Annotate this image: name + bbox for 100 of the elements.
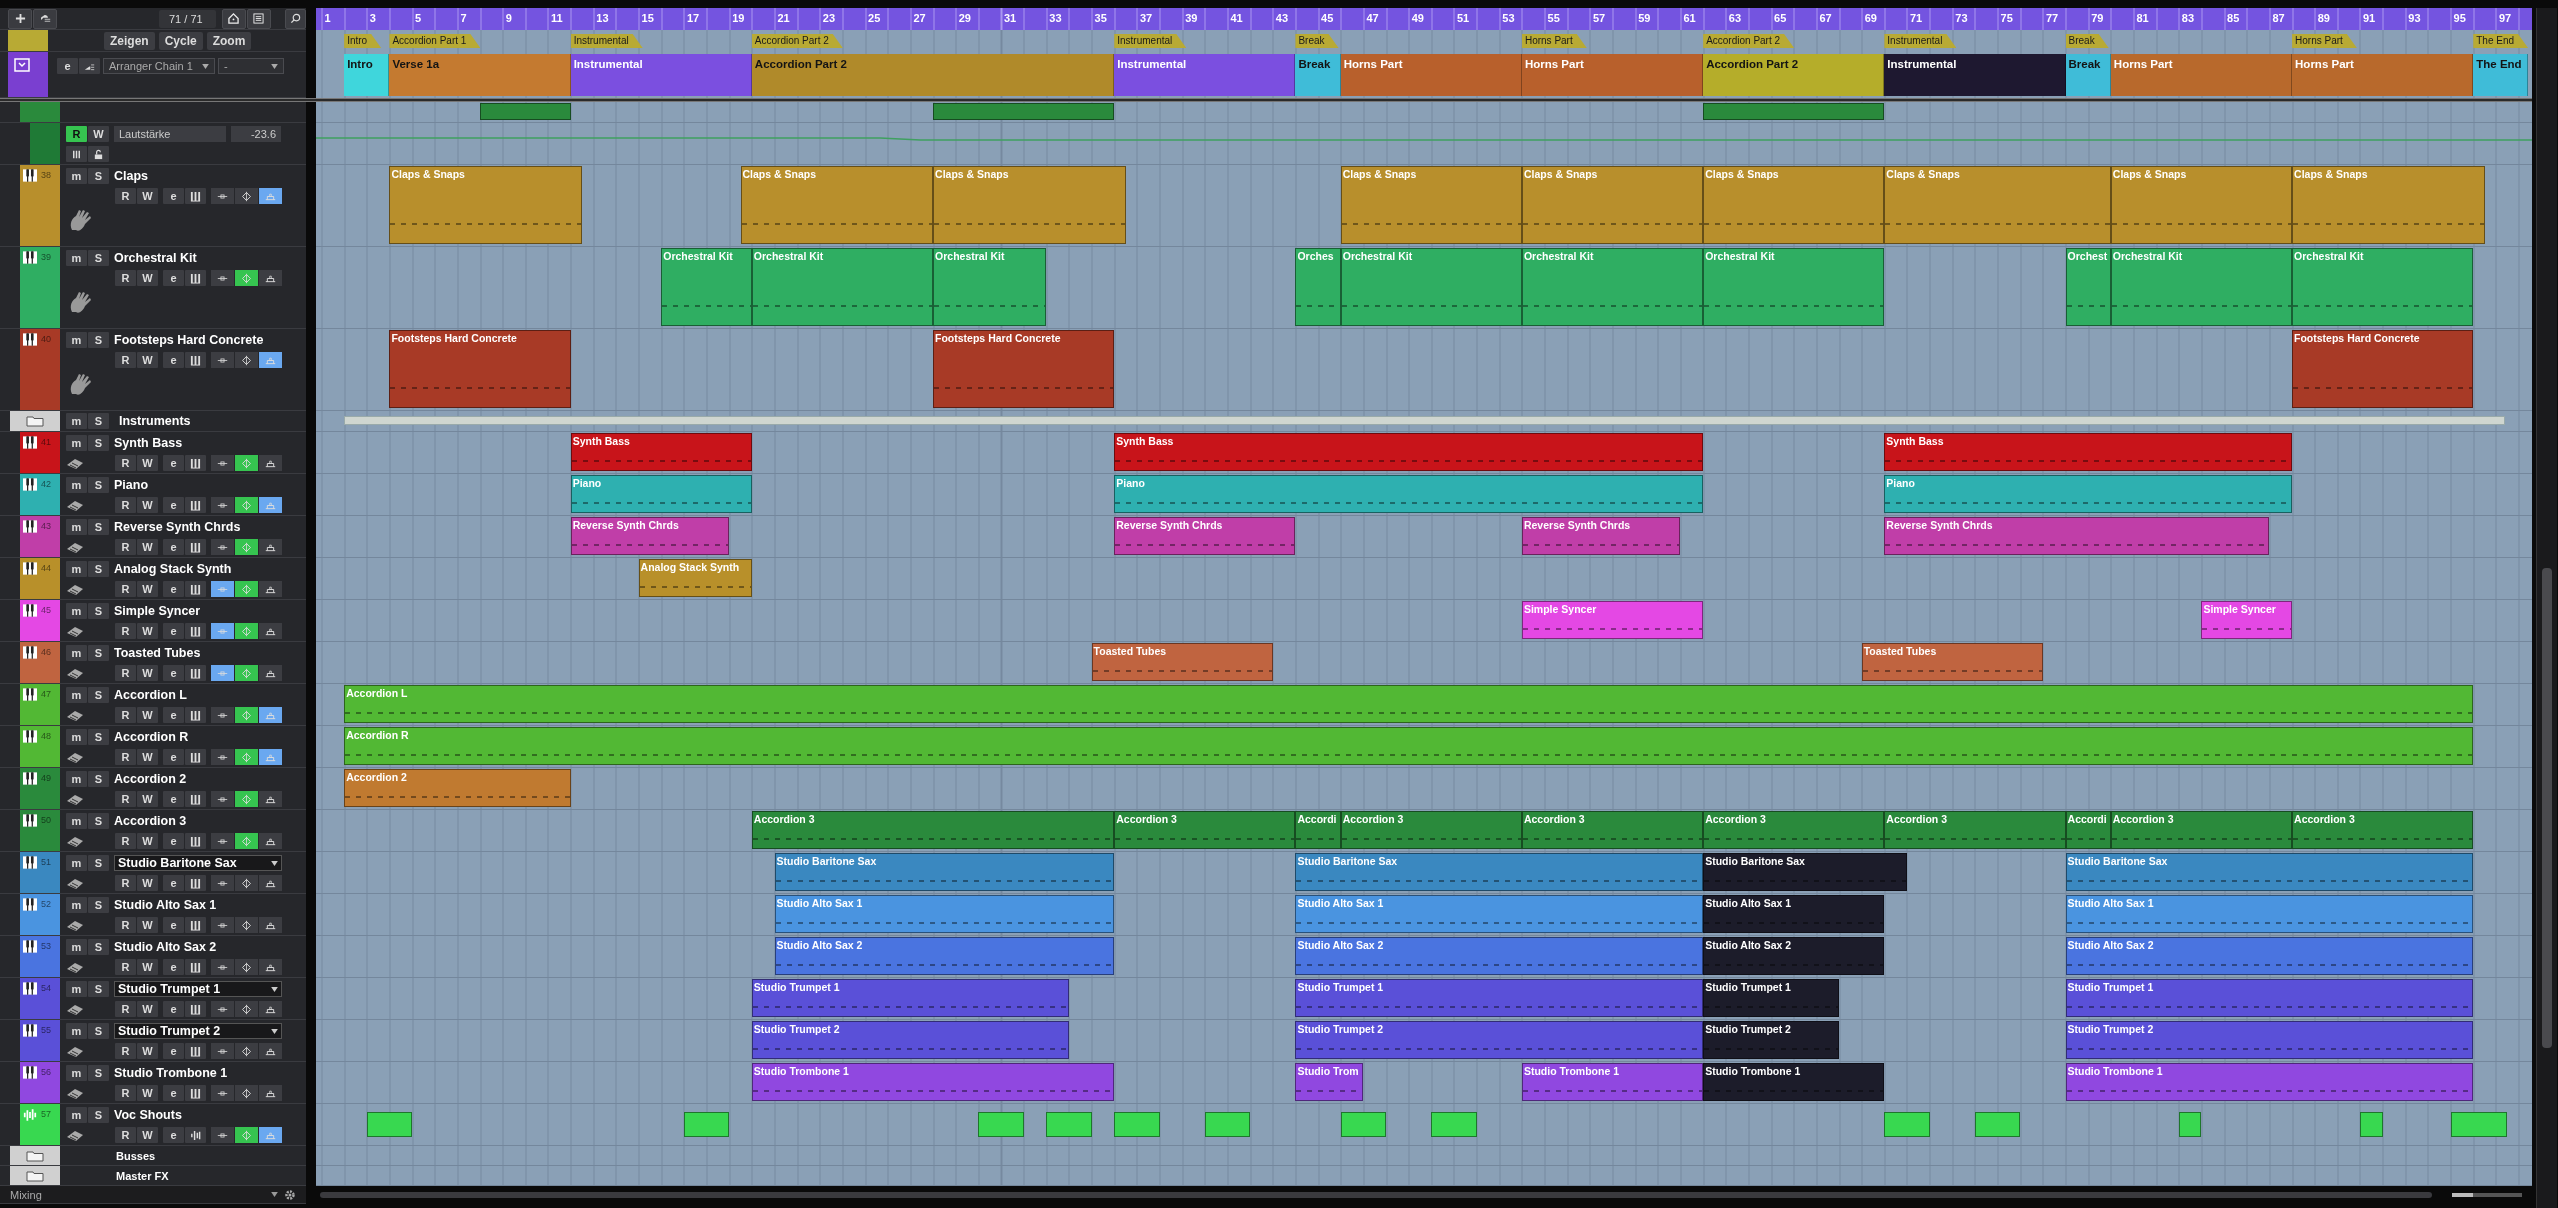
write-automation-button[interactable]: W [137,352,158,368]
solo-button[interactable]: S [88,561,109,577]
mute-button[interactable]: m [66,855,87,871]
arranger-event[interactable]: The End [2473,54,2528,96]
mute-button[interactable]: m [66,1023,87,1039]
mute-button[interactable]: m [66,250,87,266]
lane-toggle[interactable] [259,749,282,765]
midi-clip[interactable]: Footsteps Hard Concrete [2292,330,2474,408]
midi-clip[interactable]: Reverse Synth Chrds [570,517,730,555]
instrument-editor-button[interactable] [185,749,206,765]
monitor-toggle[interactable] [211,497,234,513]
midi-clip[interactable]: Studio Trumpet 1 [2065,979,2474,1017]
write-automation-button[interactable]: W [137,917,158,933]
write-automation-button[interactable]: W [137,833,158,849]
solo-button[interactable]: S [88,1023,109,1039]
write-automation-button[interactable]: W [137,539,158,555]
midi-clip[interactable]: Accordion 3 [2292,811,2474,849]
marker-flag[interactable]: Horns Part [1521,34,1587,48]
edit-instrument-button[interactable]: e [163,875,184,891]
edit-instrument-button[interactable]: e [163,539,184,555]
ramp-button[interactable] [79,58,100,74]
solo-button[interactable]: S [88,1065,109,1081]
edit-instrument-button[interactable]: e [163,1043,184,1059]
edit-instrument-button[interactable]: e [163,497,184,513]
lane-toggle[interactable] [259,1001,282,1017]
edit-instrument-button[interactable]: e [163,188,184,204]
monitor-toggle[interactable] [211,270,234,286]
record-enable-toggle[interactable] [235,1043,258,1059]
record-enable-toggle[interactable] [235,1085,258,1101]
solo-button[interactable]: S [88,771,109,787]
read-automation-button[interactable]: R [66,126,87,142]
read-automation-button[interactable]: R [115,749,136,765]
solo-button[interactable]: S [88,981,109,997]
arranger-event[interactable]: Break [1295,54,1341,96]
lane-toggle[interactable] [259,539,282,555]
midi-clip[interactable]: Studio Baritone Sax [774,853,1115,891]
instrument-editor-button[interactable] [185,707,206,723]
write-automation-button[interactable]: W [137,665,158,681]
record-enable-toggle[interactable] [235,833,258,849]
write-automation-button[interactable]: W [137,707,158,723]
instrument-editor-button[interactable] [185,497,206,513]
instrument-editor-button[interactable] [185,270,206,286]
mute-button[interactable]: m [66,477,87,493]
mute-button[interactable]: m [66,645,87,661]
read-automation-button[interactable]: R [115,1001,136,1017]
track-name-dropdown[interactable]: Studio Baritone Sax [114,855,282,871]
lane-toggle[interactable] [259,270,282,286]
audio-clip[interactable] [2450,1112,2508,1137]
record-enable-toggle[interactable] [235,917,258,933]
marker-flag[interactable]: Accordion Part 2 [1703,34,1795,48]
midi-clip[interactable]: Accordion 3 [2110,811,2293,849]
lane-toggle[interactable] [259,1085,282,1101]
midi-clip[interactable]: Studio Alto Sax 2 [1295,937,1704,975]
timeline-ruler[interactable]: 1 3 5 7 9 11 13 15 17 19 21 23 25 27 29 31 33 35 37 39 41 43 45 47 49 51 53 55 57 59 61 63 65 67 69 71 73 75 77 79 81 83 85 87 89 91 93 95 97 [316,8,2532,30]
mute-button[interactable]: m [66,687,87,703]
monitor-toggle[interactable] [211,875,234,891]
arranger-event[interactable]: Horns Part [2292,54,2474,96]
lane-toggle[interactable] [259,581,282,597]
automation-parameter-dropdown[interactable]: Lautstärke [114,126,226,142]
edit-instrument-button[interactable]: e [163,749,184,765]
monitor-toggle[interactable] [211,665,234,681]
midi-clip[interactable]: Studio Trumpet 2 [1703,1021,1840,1059]
midi-clip[interactable]: Studio Alto Sax 2 [774,937,1115,975]
read-automation-button[interactable]: R [115,455,136,471]
arranger-event[interactable]: Horns Part [1521,54,1704,96]
record-enable-toggle[interactable] [235,1127,258,1143]
read-automation-button[interactable]: R [115,581,136,597]
instrument-editor-button[interactable] [185,791,206,807]
instrument-editor-button[interactable] [185,1001,206,1017]
edit-instrument-button[interactable]: e [163,833,184,849]
monitor-toggle[interactable] [211,959,234,975]
audio-clip[interactable] [1974,1112,2021,1137]
edit-instrument-button[interactable]: e [163,665,184,681]
write-automation-button[interactable]: W [137,1043,158,1059]
arranger-event[interactable]: Instrumental [570,54,752,96]
record-enable-toggle[interactable] [235,497,258,513]
settings-icon[interactable] [284,1188,296,1201]
scrollbar-thumb[interactable] [2542,568,2552,1048]
solo-button[interactable]: S [88,1107,109,1123]
solo-button[interactable]: S [88,332,109,348]
write-automation-button[interactable]: W [137,959,158,975]
read-automation-button[interactable]: R [115,791,136,807]
write-automation-button[interactable]: W [137,791,158,807]
arranger-event[interactable]: Break [2065,54,2111,96]
write-automation-button[interactable]: W [137,749,158,765]
midi-clip[interactable]: Studio Trombone 1 [1521,1063,1704,1101]
monitor-toggle[interactable] [211,188,234,204]
solo-button[interactable]: S [88,729,109,745]
arranger-option-button[interactable]: Zoom [206,31,252,50]
edit-instrument-button[interactable]: e [163,707,184,723]
midi-clip[interactable]: Studio Trumpet 2 [2065,1021,2474,1059]
mute-button[interactable]: m [66,519,87,535]
monitor-toggle[interactable] [211,1001,234,1017]
record-enable-toggle[interactable] [235,539,258,555]
audio-clip[interactable] [2178,1112,2202,1137]
lane-toggle[interactable] [259,917,282,933]
lane-toggle[interactable] [259,1127,282,1143]
solo-button[interactable]: S [88,645,109,661]
read-automation-button[interactable]: R [115,1043,136,1059]
midi-clip[interactable]: Studio Trumpet 1 [751,979,1069,1017]
